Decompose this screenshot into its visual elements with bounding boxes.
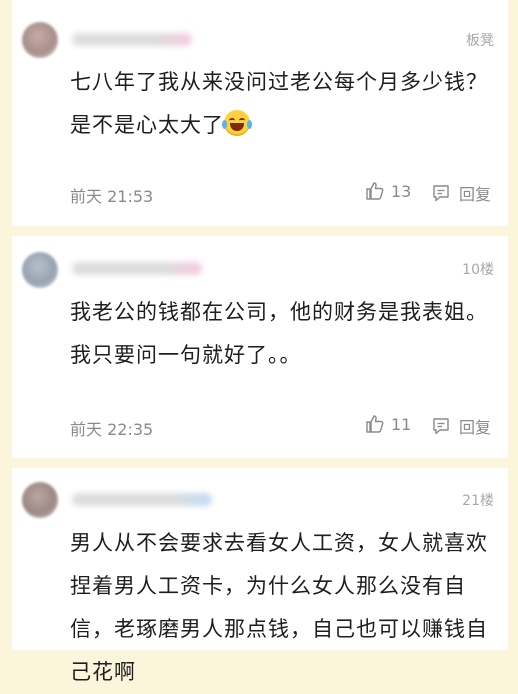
reply-bubble-icon (433, 185, 449, 202)
like-button[interactable]: 11 (365, 414, 411, 434)
reply-bubble-icon (433, 418, 449, 435)
comment-text-body: 七八年了我从来没问过老公每个月多少钱？是不是心太大了 (70, 70, 488, 137)
reply-button[interactable]: 回复 (431, 181, 491, 205)
comment-card: 21楼 男人从不会要求去看女人工资，女人就喜欢捏着男人工资卡，为什么女人那么没有… (12, 468, 508, 684)
like-count: 13 (391, 181, 412, 201)
comment-time: 前天 22:35 (70, 420, 154, 439)
like-count: 11 (391, 414, 412, 434)
floor-label: 板凳 (466, 33, 494, 49)
avatar[interactable] (22, 482, 58, 518)
reply-label: 回复 (459, 418, 492, 437)
reply-button[interactable]: 回复 (431, 414, 491, 438)
avatar[interactable] (22, 252, 58, 288)
like-button[interactable]: 13 (365, 181, 411, 201)
comment-card: 板凳 七八年了我从来没问过老公每个月多少钱？是不是心太大了 前天 21:53 1… (12, 0, 508, 226)
thumbs-up-icon (366, 182, 384, 200)
username-blurred[interactable] (72, 493, 212, 506)
tears-of-joy-emoji-icon (222, 110, 252, 136)
reply-label: 回复 (459, 185, 492, 204)
username-blurred[interactable] (72, 33, 192, 46)
floor-label: 10楼 (462, 262, 494, 278)
comment-text: 我老公的钱都在公司，他的财务是我表姐。我只要问一句就好了。。 (70, 300, 488, 367)
avatar[interactable] (22, 22, 58, 58)
comment-text: 七八年了我从来没问过老公每个月多少钱？是不是心太大了 (70, 61, 496, 147)
thumbs-up-icon (366, 415, 384, 433)
floor-label: 21楼 (462, 493, 494, 509)
comment-card: 10楼 我老公的钱都在公司，他的财务是我表姐。我只要问一句就好了。。 前天 22… (12, 236, 508, 458)
username-blurred[interactable] (72, 262, 202, 275)
comment-time: 前天 21:53 (70, 187, 154, 206)
comment-text: 男人从不会要求去看女人工资，女人就喜欢捏着男人工资卡，为什么女人那么没有自信，老… (70, 531, 488, 684)
